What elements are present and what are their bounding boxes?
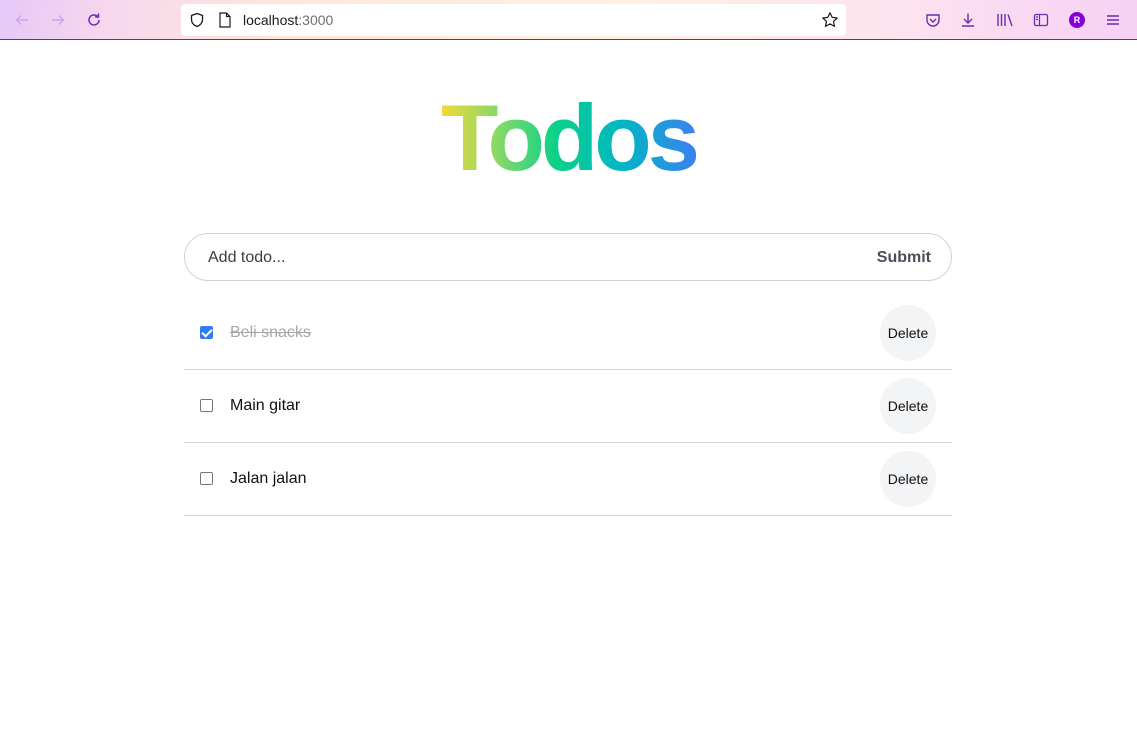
sidebar-button[interactable] bbox=[1030, 9, 1052, 31]
todo-checkbox[interactable] bbox=[200, 399, 213, 412]
bookmark-star-icon[interactable] bbox=[821, 11, 839, 29]
todo-checkbox[interactable] bbox=[200, 326, 213, 339]
todo-text: Main gitar bbox=[230, 397, 301, 414]
sidebar-icon bbox=[1033, 13, 1049, 27]
reload-button[interactable] bbox=[82, 8, 106, 32]
delete-button[interactable]: Delete bbox=[880, 378, 936, 434]
library-icon bbox=[997, 14, 1013, 27]
delete-button[interactable]: Delete bbox=[880, 451, 936, 507]
todo-list: Beli snacks Delete Main gitar Delete Jal… bbox=[184, 297, 952, 516]
menu-button[interactable] bbox=[1102, 9, 1124, 31]
pocket-button[interactable] bbox=[922, 9, 944, 31]
forward-button[interactable] bbox=[46, 8, 70, 32]
account-button[interactable]: R bbox=[1066, 9, 1088, 31]
todo-checkbox[interactable] bbox=[200, 472, 213, 485]
todo-item: Main gitar Delete bbox=[184, 370, 952, 443]
page-title: Todos bbox=[0, 88, 1137, 188]
shield-icon[interactable] bbox=[189, 12, 205, 28]
browser-toolbar: localhost:3000 R bbox=[0, 0, 1137, 40]
download-icon bbox=[962, 13, 974, 27]
delete-button[interactable]: Delete bbox=[880, 305, 936, 361]
library-button[interactable] bbox=[994, 9, 1016, 31]
add-todo-input[interactable] bbox=[208, 246, 808, 270]
back-arrow-icon bbox=[15, 15, 28, 25]
submit-button[interactable]: Submit bbox=[877, 246, 931, 270]
pocket-icon bbox=[926, 14, 940, 27]
todo-text: Jalan jalan bbox=[230, 470, 307, 487]
forward-arrow-icon bbox=[52, 15, 65, 25]
back-button[interactable] bbox=[10, 8, 34, 32]
hamburger-menu-icon bbox=[1107, 15, 1119, 25]
url-text[interactable]: localhost:3000 bbox=[243, 12, 333, 28]
page-icon bbox=[219, 12, 231, 28]
address-bar[interactable]: localhost:3000 bbox=[181, 4, 846, 36]
downloads-button[interactable] bbox=[957, 9, 979, 31]
url-port: :3000 bbox=[298, 12, 334, 28]
add-todo-form: Submit bbox=[184, 233, 952, 281]
reload-icon bbox=[88, 13, 100, 26]
todo-item: Beli snacks Delete bbox=[184, 297, 952, 370]
avatar: R bbox=[1069, 12, 1085, 28]
todo-item: Jalan jalan Delete bbox=[184, 443, 952, 516]
url-host: localhost bbox=[243, 12, 299, 28]
todo-text: Beli snacks bbox=[230, 324, 311, 341]
page-title-text: Todos bbox=[441, 85, 700, 190]
